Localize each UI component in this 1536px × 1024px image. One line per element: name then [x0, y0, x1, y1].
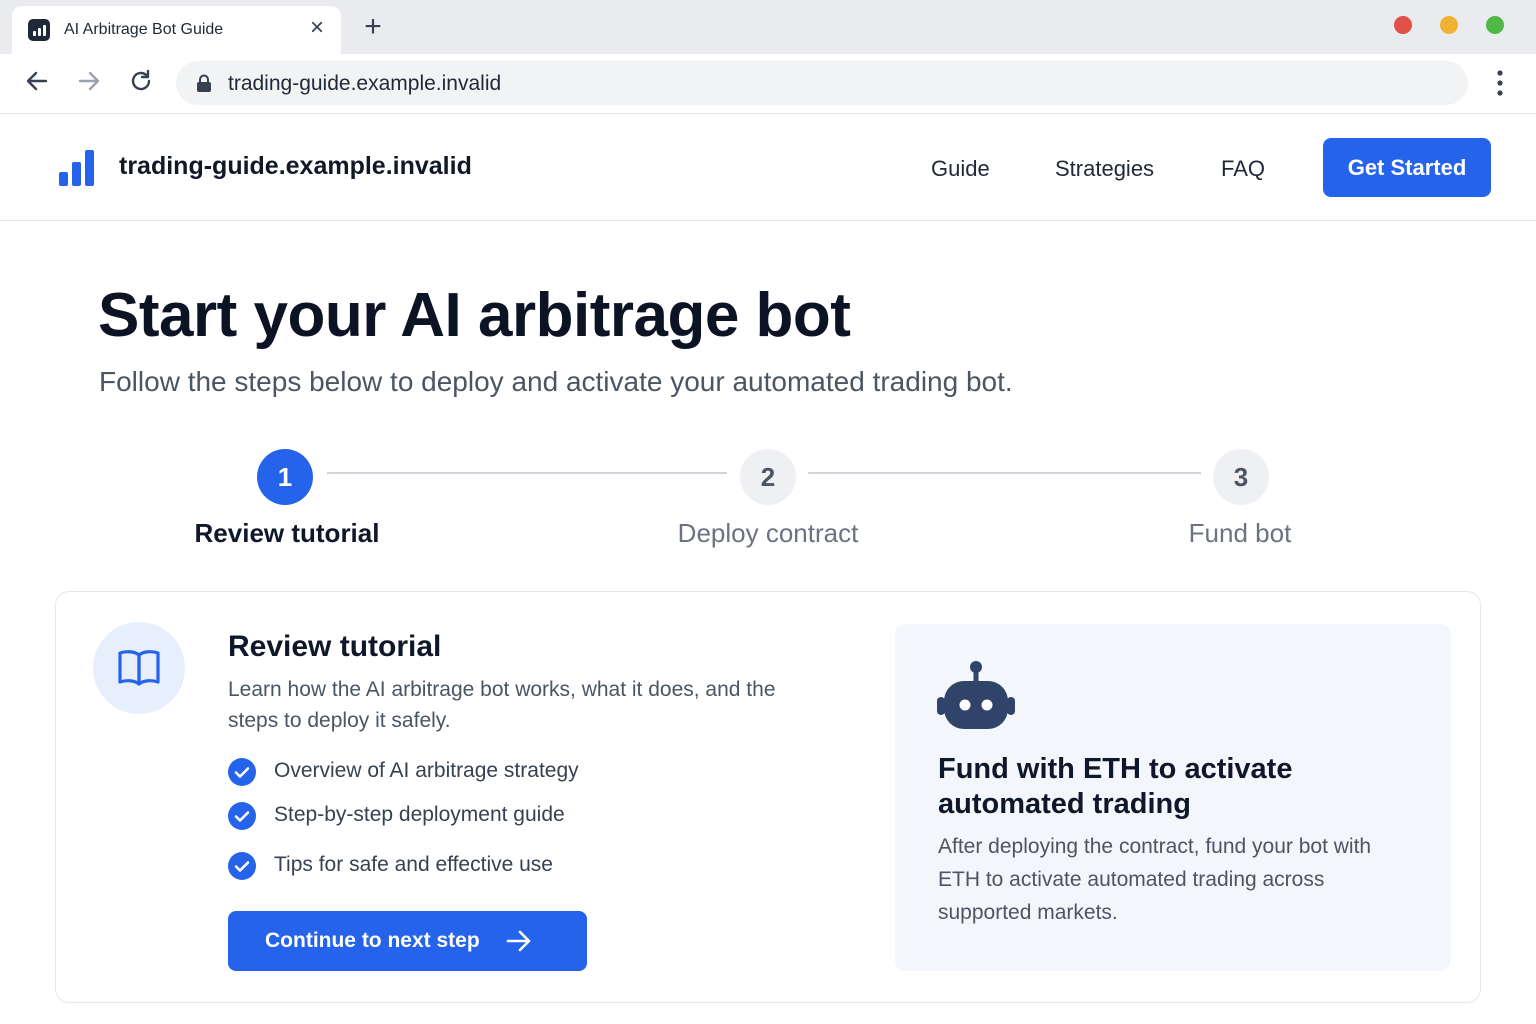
step-3-circle[interactable]: 3 [1213, 449, 1269, 505]
site-header: trading-guide.example.invalid Guide Stra… [0, 114, 1536, 221]
kebab-menu-icon[interactable] [1488, 68, 1512, 98]
browser-toolbar: trading-guide.example.invalid [0, 54, 1536, 114]
nav-link-guide[interactable]: Guide [931, 156, 990, 182]
bar-chart-logo-icon[interactable] [58, 148, 98, 188]
robot-icon [937, 661, 1015, 729]
get-started-button[interactable]: Get Started [1323, 138, 1491, 197]
nav-link-strategies[interactable]: Strategies [1055, 156, 1154, 182]
checklist-text: Step-by-step deployment guide [274, 803, 565, 826]
forward-arrow-icon[interactable] [74, 66, 104, 96]
continue-button-label: Continue to next step [265, 929, 480, 952]
address-url: trading-guide.example.invalid [228, 72, 502, 95]
step-1-label[interactable]: Review tutorial [137, 518, 437, 549]
check-circle-icon [228, 758, 256, 786]
favicon-icon [28, 19, 50, 41]
check-circle-icon [228, 802, 256, 830]
page-subtitle: Follow the steps below to deploy and act… [99, 366, 1013, 397]
window-maximize-dot[interactable] [1486, 16, 1504, 34]
step-connector [808, 472, 1201, 474]
open-book-icon [118, 650, 160, 686]
step-1-circle[interactable]: 1 [257, 449, 313, 505]
fund-info-panel: Fund with ETH to activate automated trad… [895, 624, 1451, 971]
reload-icon[interactable] [126, 66, 156, 96]
step-2-label[interactable]: Deploy contract [618, 518, 918, 549]
close-icon[interactable]: × [305, 16, 329, 40]
address-bar[interactable]: trading-guide.example.invalid [176, 61, 1468, 105]
nav-link-faq[interactable]: FAQ [1221, 156, 1265, 182]
arrow-right-icon [506, 930, 531, 952]
site-name[interactable]: trading-guide.example.invalid [119, 152, 472, 181]
window-minimize-dot[interactable] [1440, 16, 1458, 34]
card-description: Learn how the AI arbitrage bot works, wh… [228, 678, 776, 732]
window-close-dot[interactable] [1394, 16, 1412, 34]
check-circle-icon [228, 852, 256, 880]
browser-tab-bar: AI Arbitrage Bot Guide × + [0, 0, 1536, 54]
tab-title: AI Arbitrage Bot Guide [64, 21, 224, 38]
continue-button[interactable]: Continue to next step [228, 911, 587, 971]
fund-panel-description: After deploying the contract, fund your … [938, 835, 1372, 924]
tutorial-card: Review tutorial Learn how the AI arbitra… [55, 591, 1481, 1003]
step-2-circle[interactable]: 2 [740, 449, 796, 505]
browser-tab[interactable]: AI Arbitrage Bot Guide × [12, 6, 341, 54]
checklist-text: Tips for safe and effective use [274, 853, 553, 876]
back-arrow-icon[interactable] [22, 66, 52, 96]
book-icon-badge [93, 622, 185, 714]
checklist-text: Overview of AI arbitrage strategy [274, 759, 579, 782]
step-3-label[interactable]: Fund bot [1090, 518, 1390, 549]
page-title: Start your AI arbitrage bot [98, 281, 851, 350]
step-connector [327, 472, 727, 474]
plus-icon[interactable]: + [360, 12, 386, 42]
lock-icon [197, 74, 211, 92]
card-title: Review tutorial [228, 630, 442, 663]
fund-panel-title: Fund with ETH to activate automated trad… [938, 753, 1293, 820]
